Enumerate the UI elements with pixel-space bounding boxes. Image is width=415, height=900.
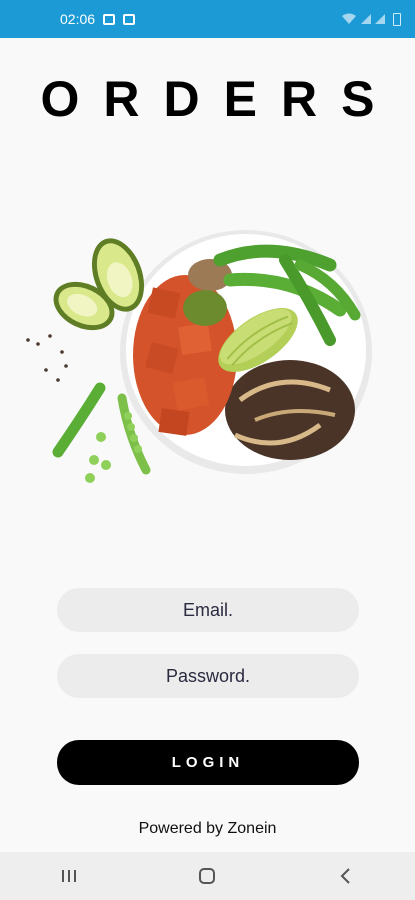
- password-field[interactable]: [57, 654, 359, 698]
- notification-icon: [123, 13, 136, 25]
- page-title: ORDERS: [40, 71, 399, 127]
- navigation-bar: [0, 852, 415, 900]
- battery-icon: [393, 12, 401, 26]
- back-icon: [340, 868, 350, 884]
- status-time: 02:06: [60, 11, 96, 27]
- recent-apps-icon: [62, 870, 77, 882]
- login-button[interactable]: LOGIN: [57, 740, 359, 785]
- signal-icon: [361, 14, 371, 24]
- wifi-icon: [342, 13, 356, 24]
- email-field[interactable]: [57, 588, 359, 632]
- back-button[interactable]: [316, 852, 376, 900]
- poke-bowl-image: [26, 230, 372, 483]
- powered-by-text: Powered by Zonein: [138, 820, 277, 837]
- home-icon: [199, 868, 216, 884]
- signal-icon: [375, 14, 385, 24]
- gallery-icon: [103, 13, 116, 25]
- status-bar: 02:06: [0, 0, 415, 38]
- home-button[interactable]: [177, 852, 237, 900]
- recent-apps-button[interactable]: [39, 852, 99, 900]
